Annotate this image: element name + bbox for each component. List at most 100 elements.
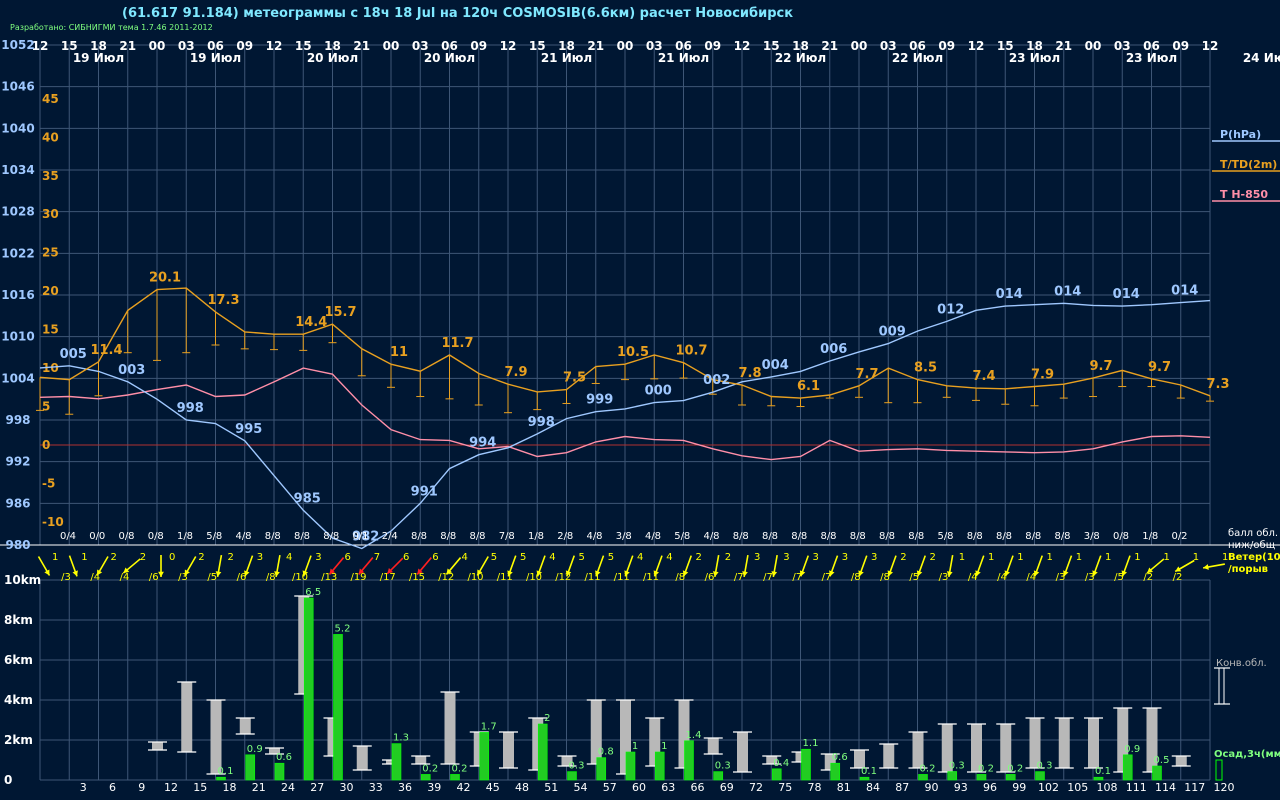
- precip-bar: [1035, 771, 1045, 781]
- precip-value: 0.5: [1154, 755, 1170, 766]
- wind-gust: /8: [851, 572, 861, 583]
- hour-tick-label: 12: [266, 39, 283, 53]
- hours-tick-label: 63: [661, 781, 675, 794]
- wind-speed: 3: [783, 552, 789, 563]
- precip-value: 0.3: [715, 761, 731, 772]
- precip-value: 1.4: [686, 730, 702, 741]
- pressure-tick-label: 1028: [1, 205, 34, 219]
- cloud-cover-value: 8/8: [323, 531, 339, 542]
- wind-speed: 3: [842, 552, 848, 563]
- precip-value: 0.8: [598, 747, 614, 758]
- cloud-cover-value: 8/8: [820, 531, 836, 542]
- hour-tick-label: 00: [1085, 39, 1102, 53]
- wind-gust: /11: [643, 572, 659, 583]
- date-label: 23 Июл: [1009, 51, 1060, 65]
- wind-speed: 3: [754, 552, 760, 563]
- precip-bar: [654, 751, 665, 781]
- wind-axis-label: Ветер(10м): [1228, 552, 1280, 563]
- pressure-value-label: 014: [996, 287, 1023, 302]
- hours-tick-label: 9: [138, 781, 145, 794]
- cloud-cover-value: 8/8: [265, 531, 281, 542]
- wind-speed: 1: [1134, 552, 1140, 563]
- cloud-cover-value: 8/8: [762, 531, 778, 542]
- cloud-cover-value: 4/8: [703, 531, 719, 542]
- precip-value: 1.3: [393, 733, 409, 744]
- cloud-bar: [356, 746, 368, 770]
- cloud-bar: [152, 742, 163, 750]
- wind-speed: 5: [520, 552, 526, 563]
- temp-value-label: 10.5: [617, 345, 649, 360]
- pressure-value-label: 004: [762, 358, 789, 373]
- temp-value-label: 7.7: [855, 367, 878, 382]
- precip-value: 0.1: [861, 766, 877, 777]
- precip-value: 0.6: [276, 752, 292, 763]
- wind-speed: 1: [1105, 552, 1111, 563]
- precip-value: 6.5: [305, 587, 321, 598]
- precip-bar: [450, 774, 460, 781]
- cloud-cover-value: 8/8: [440, 531, 456, 542]
- cloud-cover-value: 0/8: [148, 531, 164, 542]
- precip-value: 1.7: [481, 721, 497, 732]
- temp-tick-label: 25: [42, 246, 59, 260]
- wind-speed: 2: [900, 552, 906, 563]
- hours-tick-label: 90: [925, 781, 939, 794]
- wind-gust: /3: [178, 572, 188, 583]
- wind-gust: /4: [120, 572, 130, 583]
- wind-speed: 2: [228, 552, 234, 563]
- wind-gust: /3: [1056, 572, 1066, 583]
- hours-tick-label: 120: [1214, 781, 1235, 794]
- temp-tick-label: 5: [42, 400, 50, 414]
- bars-panel: 10km8km6km4km2km03 6 9 12 15 18 21 24 27 30 33 36 39…: [4, 573, 1235, 794]
- hour-tick-label: 12: [1202, 39, 1219, 53]
- wind-speed: 4: [666, 552, 672, 563]
- cloud-cover-value: 0/8: [1113, 531, 1129, 542]
- cloud-cover-value: 5/8: [674, 531, 690, 542]
- pressure-value-label: 994: [469, 436, 496, 451]
- hours-tick-label: 48: [515, 781, 529, 794]
- hours-tick-label: 84: [866, 781, 880, 794]
- meteogram-chart: 12 15 18 21 00 03 06 09 12 15 18 21 00 03 06 09 12 15 18 21…: [0, 38, 1280, 794]
- temp-value-label: 7.5: [563, 371, 586, 386]
- cloud-cover-value: 4/8: [586, 531, 602, 542]
- wind-speed: 2: [696, 552, 702, 563]
- pressure-value-label: 000: [645, 384, 672, 399]
- precip-value: 0.2: [920, 763, 936, 774]
- hours-tick-label: 72: [749, 781, 763, 794]
- hours-tick-label: 78: [808, 781, 822, 794]
- wind-gust: /3: [1085, 572, 1095, 583]
- pressure-value-label: 012: [937, 302, 964, 317]
- wind-speed: 1: [988, 552, 994, 563]
- temp-tick-label: 20: [42, 284, 59, 298]
- hours-tick-label: 3: [80, 781, 87, 794]
- wind-speed: 2: [111, 552, 117, 563]
- precip-value: 0.9: [1124, 744, 1140, 755]
- cloud-cover-value: 7/8: [499, 531, 515, 542]
- temp-value-label: 7.3: [1206, 377, 1229, 392]
- wind-gust: /7: [763, 572, 773, 583]
- precip-value: 0.9: [247, 744, 263, 755]
- cloud-cover-value: 8/8: [996, 531, 1012, 542]
- cloud-cover-value: 8/8: [1025, 531, 1041, 542]
- cloud-cover-value: 8/8: [411, 531, 427, 542]
- precip-bar: [976, 774, 987, 781]
- cloud-cover-value: 5/8: [937, 531, 953, 542]
- cloud-cover-value: 8/8: [469, 531, 485, 542]
- cloud-cover-value: 8/8: [850, 531, 866, 542]
- hour-tick-label: 12: [968, 39, 985, 53]
- wind-gust: /4: [90, 572, 100, 583]
- cloud-cover-value: 0/8: [118, 531, 134, 542]
- wind-gust: /5: [207, 572, 217, 583]
- date-label: 24 Июл: [1243, 51, 1280, 65]
- wind-gust: /10: [526, 572, 542, 583]
- hours-tick-label: 39: [427, 781, 441, 794]
- hours-tick-label: 108: [1097, 781, 1118, 794]
- date-label: 19 Июл: [73, 51, 124, 65]
- hours-tick-label: 6: [109, 781, 116, 794]
- cloud-cover-value: 4/8: [235, 531, 251, 542]
- wind-speed: 4: [286, 552, 292, 563]
- cloud-cover-value: 8/8: [967, 531, 983, 542]
- precip-bar: [801, 748, 811, 781]
- wind-speed: 1: [52, 552, 58, 563]
- hours-tick-label: 60: [632, 781, 646, 794]
- precip-bar: [713, 771, 724, 781]
